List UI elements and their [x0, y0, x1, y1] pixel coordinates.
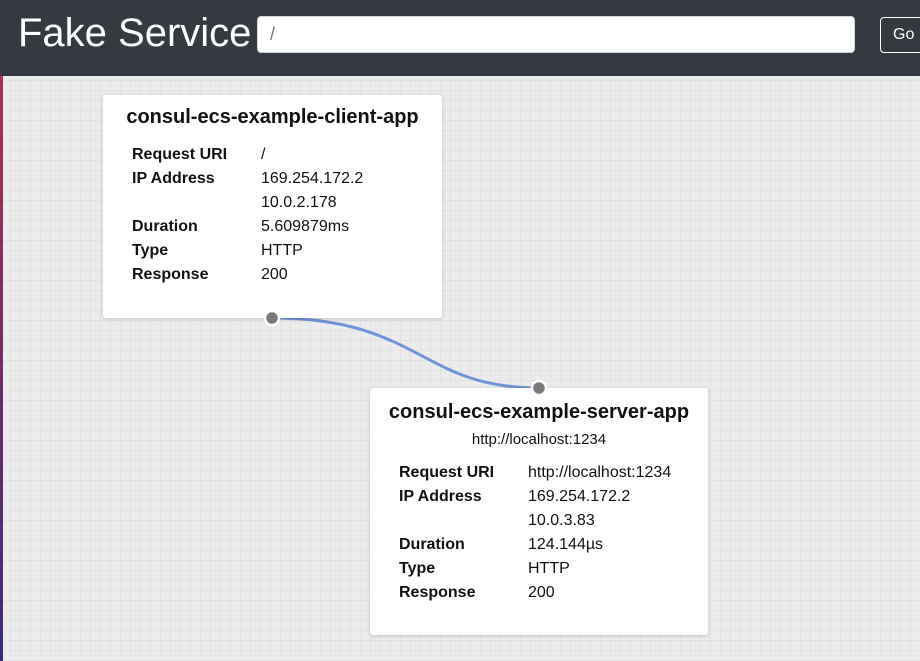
service-card-server[interactable]: consul-ecs-example-server-app http://loc… [370, 388, 708, 635]
detail-row-ip-address: IP Address 169.254.172.2 [132, 167, 422, 191]
detail-value-duration: 5.609879ms [261, 218, 350, 235]
detail-row-ip-address-2: 10.0.2.178 [132, 191, 422, 215]
service-name: consul-ecs-example-server-app [388, 401, 690, 423]
detail-value-response: 200 [261, 266, 288, 283]
app-title: Fake Service [18, 11, 252, 55]
detail-label: IP Address [399, 488, 482, 505]
detail-value-type: HTTP [528, 560, 570, 577]
detail-value-ip-address: 169.254.172.2 [528, 488, 631, 505]
window-edge-accent [0, 0, 3, 661]
service-connector [271, 316, 540, 390]
service-name: consul-ecs-example-client-app [126, 106, 419, 128]
go-button[interactable]: Go [880, 17, 920, 53]
detail-value-type: HTTP [261, 242, 303, 259]
detail-value-request-uri: / [261, 146, 266, 163]
detail-label: Duration [399, 536, 465, 553]
detail-row-response: Response 200 [132, 263, 422, 287]
detail-label: Response [399, 584, 476, 601]
detail-value-request-uri: http://localhost:1234 [528, 464, 672, 481]
detail-label: IP Address [132, 170, 215, 187]
detail-row-response: Response 200 [399, 581, 689, 605]
service-card-client[interactable]: consul-ecs-example-client-app Request UR… [103, 95, 442, 318]
service-upstream-url: http://localhost:1234 [471, 431, 607, 448]
detail-row-ip-address: IP Address 169.254.172.2 [399, 485, 689, 509]
detail-row-duration: Duration 124.144µs [399, 533, 689, 557]
detail-label: Request URI [399, 464, 495, 481]
service-details: Request URI http://localhost:1234 IP Add… [399, 461, 689, 605]
detail-label: Response [132, 266, 209, 283]
detail-value-duration: 124.144µs [528, 536, 604, 553]
detail-label: Type [399, 560, 436, 577]
detail-label: Type [132, 242, 169, 259]
detail-label: Request URI [132, 146, 228, 163]
detail-value-ip-address-2: 10.0.3.83 [528, 512, 595, 529]
detail-row-type: Type HTTP [132, 239, 422, 263]
detail-value-ip-address: 169.254.172.2 [261, 170, 364, 187]
detail-value-ip-address-2: 10.0.2.178 [261, 194, 337, 211]
detail-label: Duration [132, 218, 198, 235]
detail-row-request-uri: Request URI / [132, 143, 422, 167]
detail-row-duration: Duration 5.609879ms [132, 215, 422, 239]
service-details: Request URI / IP Address 169.254.172.2 1… [132, 143, 422, 287]
navbar: Fake Service Go [0, 0, 920, 76]
detail-row-type: Type HTTP [399, 557, 689, 581]
detail-row-ip-address-2: 10.0.3.83 [399, 509, 689, 533]
url-input[interactable] [257, 16, 855, 53]
detail-row-request-uri: Request URI http://localhost:1234 [399, 461, 689, 485]
detail-value-response: 200 [528, 584, 555, 601]
